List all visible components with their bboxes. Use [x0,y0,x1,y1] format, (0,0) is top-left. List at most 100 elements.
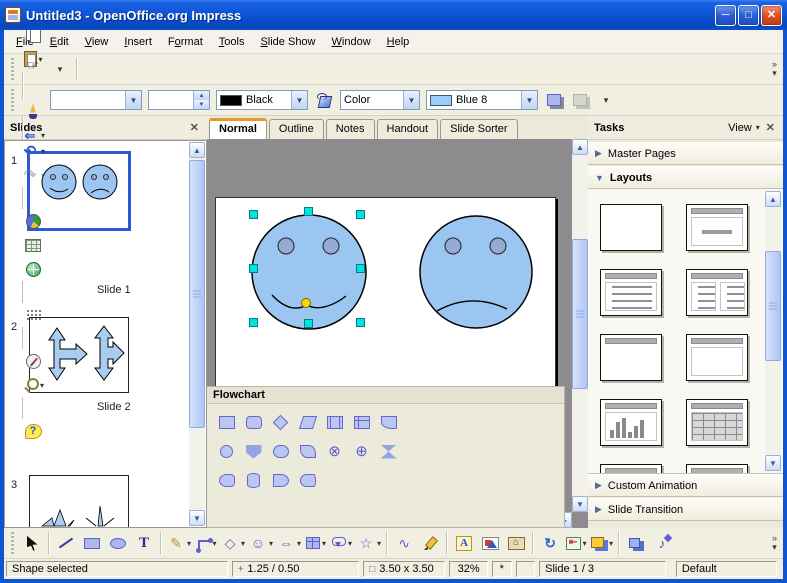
layout-title-frame[interactable] [686,334,748,381]
predefined-process-shape-button[interactable] [323,411,347,435]
select-button[interactable] [20,531,44,555]
connector-dropdown-icon[interactable]: ▾ [213,539,217,548]
callout-dropdown-icon[interactable]: ▾ [348,539,352,548]
layout-title-only[interactable] [600,334,662,381]
layout-partial-left[interactable] [600,464,662,474]
line-button[interactable] [54,531,78,555]
arrange-dropdown-icon[interactable]: ▾ [609,539,613,548]
layouts-scrollbar[interactable]: ▲ ▼ [765,191,781,471]
off-page-connector-shape-button[interactable] [242,440,266,464]
slides-scrollbar-thumb[interactable] [189,160,205,428]
chevron-down-icon[interactable]: ▼ [291,91,307,109]
delay-shape-button[interactable] [269,469,293,493]
edit-points-mode-button[interactable]: ☞ [20,53,46,77]
smiley2-dropdown-icon[interactable]: ▾ [269,539,273,548]
scroll-up-icon[interactable]: ▲ [572,139,588,155]
selection-handle-right[interactable] [356,264,365,273]
stored-data-shape-button[interactable] [296,469,320,493]
toolbar-grip[interactable] [9,89,16,111]
shadow-button[interactable] [542,88,566,112]
alignment-button[interactable]: ⇤▾ [564,531,588,555]
tab-notes[interactable]: Notes [326,119,375,139]
menu-format[interactable]: Format [160,33,211,51]
hyperlink-button[interactable] [20,257,46,281]
flowchart2-dropdown-icon[interactable]: ▾ [322,539,326,548]
menu-help[interactable]: Help [379,33,418,51]
redo-button[interactable]: ↷▾ [20,163,46,187]
pencil-button[interactable] [418,531,442,555]
scroll-down-icon[interactable]: ▼ [572,496,588,512]
align-dropdown-icon[interactable]: ▾ [583,539,587,548]
ellipse-button[interactable] [106,531,130,555]
selection-handle-top[interactable] [304,207,313,216]
from-file-button[interactable] [478,531,502,555]
layout-partial-right[interactable] [686,464,748,474]
interaction-button[interactable]: ♪ [650,531,674,555]
toolbar-options-button[interactable]: ▾ [594,88,618,112]
selection-handle-top-left[interactable] [249,210,258,219]
gallery-button[interactable]: ⌂ [504,531,528,555]
toolbar-grip[interactable] [9,532,16,554]
layouts-section[interactable]: ▼ Layouts [588,166,783,189]
chevron-down-icon[interactable]: ▼ [125,91,141,109]
scroll-down-icon[interactable]: ▼ [765,455,781,471]
extrusion-button[interactable] [624,531,648,555]
cursor-position-field[interactable]: + 1.25 / 0.50 [232,561,360,577]
chevron-down-icon[interactable]: ▼ [521,91,537,109]
slide-transition-section[interactable]: ▶ Slide Transition [588,498,783,521]
arrow-style-button[interactable]: ⇐▾ [20,123,46,147]
shadow-style-button[interactable] [568,88,592,112]
connector-shape-button[interactable] [215,440,239,464]
toolbar-more-button[interactable]: ▾ [48,57,72,81]
block-arrows-button[interactable]: ⇔▾ [276,531,302,555]
rectangle-button[interactable] [80,531,104,555]
tab-handout[interactable]: Handout [377,119,439,139]
document-shape-button[interactable] [377,411,401,435]
tab-slide-sorter[interactable]: Slide Sorter [440,119,517,139]
text-button[interactable]: T [132,531,156,555]
blockarrow-dropdown-icon[interactable]: ▾ [297,539,301,548]
punched-tape-shape-button[interactable] [296,440,320,464]
toolbar-grip[interactable] [9,58,16,80]
zoomtool-dropdown-icon[interactable]: ▾ [40,381,44,390]
slide-3-thumbnail[interactable] [29,475,129,528]
chevron-down-icon[interactable]: ▾ [756,123,760,132]
undo-dropdown-icon[interactable]: ▾ [41,147,45,156]
chevron-down-icon[interactable]: ▼ [403,91,419,109]
curve-dropdown-icon[interactable]: ▾ [187,539,191,548]
fill-type-select[interactable]: Color ▼ [340,90,420,110]
slides-close-icon[interactable]: ✕ [188,121,201,134]
layout-title-bullets[interactable] [600,269,662,316]
minimize-button[interactable]: ─ [715,5,736,26]
slide-canvas[interactable] [215,197,556,403]
canvas-vertical-scrollbar[interactable]: ▲ ▼ [572,139,588,512]
menu-slide-show[interactable]: Slide Show [252,33,323,51]
chart-button[interactable] [20,209,46,233]
selection-handle-top-right[interactable] [356,210,365,219]
spin-up-icon[interactable]: ▲ [194,91,209,100]
layout-title-two-content[interactable] [686,269,748,316]
curve-button[interactable]: ✎▾ [166,531,192,555]
page-style-field[interactable]: Default [676,561,777,577]
diamond-dropdown-icon[interactable]: ▾ [241,539,245,548]
layouts-scrollbar-thumb[interactable] [765,251,781,361]
or-shape-button[interactable]: ⊕ [350,440,374,464]
flowcharts-button[interactable]: ▾ [304,531,328,555]
fontwork-gallery-button[interactable]: A [452,531,476,555]
decision-shape-button[interactable] [269,411,293,435]
layout-blank[interactable] [600,204,662,251]
points-button[interactable]: ∿ [392,531,416,555]
rotate-button[interactable]: ↻ [538,531,562,555]
navigator-button[interactable] [20,349,46,373]
fill-color-select[interactable]: Blue 8 ▼ [426,90,538,110]
display-shape-button[interactable] [215,469,239,493]
help-button[interactable]: ? [20,419,46,443]
menu-insert[interactable]: Insert [116,33,160,51]
redo-dropdown-icon[interactable]: ▾ [41,171,45,180]
zoom-button[interactable]: ▾ [20,373,46,397]
alternate-process-shape-button[interactable] [242,411,266,435]
menu-tools[interactable]: Tools [211,33,253,51]
tasks-close-icon[interactable]: ✕ [764,121,777,134]
object-size-field[interactable]: □ 3.50 x 3.50 [363,561,445,577]
maximize-button[interactable]: □ [738,5,759,26]
